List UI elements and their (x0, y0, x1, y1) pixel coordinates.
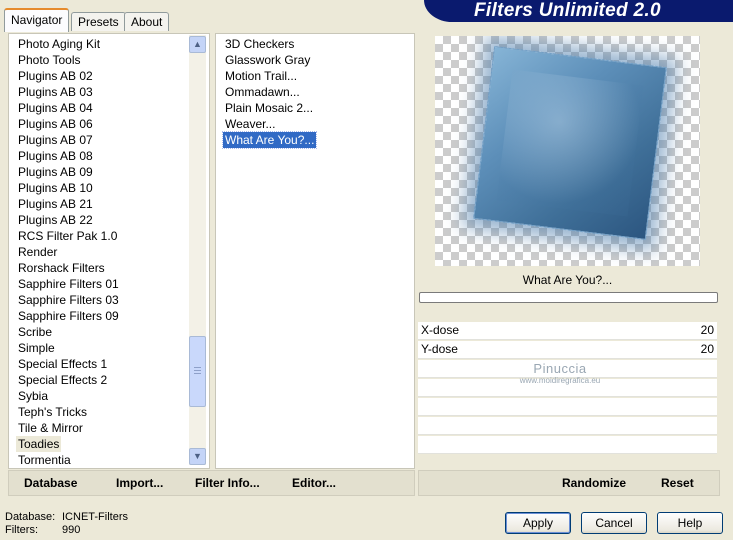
category-item[interactable]: Sapphire Filters 09 (16, 308, 121, 324)
scroll-down-button[interactable]: ▼ (189, 448, 206, 465)
help-button[interactable]: Help (657, 512, 723, 534)
param-value: 20 (700, 323, 714, 337)
category-item[interactable]: Plugins AB 03 (16, 84, 95, 100)
category-item[interactable]: Render (16, 244, 59, 260)
param-row-y-dose[interactable]: Y-dose 20 (418, 341, 717, 359)
tab-presets[interactable]: Presets (71, 12, 126, 31)
app-title-banner: Filters Unlimited 2.0 (424, 0, 733, 22)
param-row-empty (418, 436, 717, 454)
database-value: ICNET-Filters (62, 511, 128, 523)
category-item[interactable]: Plugins AB 22 (16, 212, 95, 228)
chevron-down-icon: ▼ (193, 451, 202, 461)
category-item[interactable]: Plugins AB 07 (16, 132, 95, 148)
category-item[interactable]: Sapphire Filters 03 (16, 292, 121, 308)
filter-item[interactable]: Motion Trail... (223, 68, 299, 84)
tab-about[interactable]: About (124, 12, 170, 31)
scroll-thumb[interactable] (189, 336, 206, 407)
preview-canvas[interactable] (435, 36, 700, 266)
param-label: Y-dose (421, 342, 458, 356)
filter-list[interactable]: 3D Checkers Glasswork Gray Motion Trail...… (215, 33, 415, 469)
param-value: 20 (700, 342, 714, 356)
database-button[interactable]: Database (24, 476, 77, 490)
category-item[interactable]: Special Effects 2 (16, 372, 109, 388)
param-label: X-dose (421, 323, 460, 337)
category-item[interactable]: Sybia (16, 388, 50, 404)
scroll-up-button[interactable]: ▲ (189, 36, 206, 53)
category-item[interactable]: Scribe (16, 324, 54, 340)
category-item[interactable]: Teph's Tricks (16, 404, 89, 420)
chevron-up-icon: ▲ (193, 39, 202, 49)
category-item[interactable]: Special Effects 1 (16, 356, 109, 372)
category-item[interactable]: RCS Filter Pak 1.0 (16, 228, 119, 244)
filter-item[interactable]: Plain Mosaic 2... (223, 100, 315, 116)
category-scrollbar[interactable]: ▲ ▼ (189, 35, 206, 465)
preview-image (473, 46, 667, 240)
filters-count-label: Filters: (5, 524, 38, 536)
category-list[interactable]: Photo Aging Kit Photo Tools Plugins AB 02 P… (8, 33, 210, 469)
category-item[interactable]: Photo Aging Kit (16, 36, 102, 52)
category-item[interactable]: Rorshack Filters (16, 260, 107, 276)
category-item[interactable]: Plugins AB 09 (16, 164, 95, 180)
tab-navigator[interactable]: Navigator (4, 8, 70, 32)
parameter-panel: X-dose 20 Y-dose 20 (418, 322, 718, 467)
right-toolbar: Randomize Reset (418, 470, 720, 496)
param-row-empty (418, 417, 717, 435)
filter-info-button[interactable]: Filter Info... (195, 476, 260, 490)
category-item[interactable]: Plugins AB 06 (16, 116, 95, 132)
selected-filter-title: What Are You?... (522, 273, 613, 287)
reset-button[interactable]: Reset (661, 476, 694, 490)
param-row-empty (418, 398, 717, 416)
category-item[interactable]: Simple (16, 340, 57, 356)
filter-item[interactable]: Glasswork Gray (223, 52, 312, 68)
filter-item[interactable]: 3D Checkers (223, 36, 296, 52)
filters-count-value: 990 (62, 524, 81, 536)
category-item[interactable]: Plugins AB 02 (16, 68, 95, 84)
param-row-x-dose[interactable]: X-dose 20 (418, 322, 717, 340)
category-item[interactable]: Tile & Mirror (16, 420, 85, 436)
left-toolbar: Database Import... Filter Info... Editor… (8, 470, 415, 496)
watermark-site: www.moidiregrafica.eu (519, 376, 601, 385)
watermark: Pinuccia www.moidiregrafica.eu (480, 362, 640, 386)
watermark-name: Pinuccia (533, 361, 587, 376)
category-item[interactable]: Toadies (16, 436, 62, 452)
category-item[interactable]: Sapphire Filters 01 (16, 276, 121, 292)
database-label: Database: (5, 511, 56, 523)
category-item[interactable]: Photo Tools (16, 52, 83, 68)
category-item[interactable]: Plugins AB 10 (16, 180, 95, 196)
apply-button[interactable]: Apply (505, 512, 571, 534)
category-item[interactable]: Plugins AB 04 (16, 100, 95, 116)
cancel-button[interactable]: Cancel (581, 512, 647, 534)
filter-item[interactable]: Ommadawn... (223, 84, 302, 100)
randomize-button[interactable]: Randomize (562, 476, 626, 490)
editor-button[interactable]: Editor... (292, 476, 336, 490)
category-item[interactable]: Plugins AB 21 (16, 196, 95, 212)
filter-item[interactable]: Weaver... (223, 116, 277, 132)
progress-bar (419, 292, 718, 303)
category-item[interactable]: Tormentia (16, 452, 73, 468)
filter-item[interactable]: What Are You?... (221, 131, 318, 149)
import-button[interactable]: Import... (116, 476, 163, 490)
category-item[interactable]: Plugins AB 08 (16, 148, 95, 164)
